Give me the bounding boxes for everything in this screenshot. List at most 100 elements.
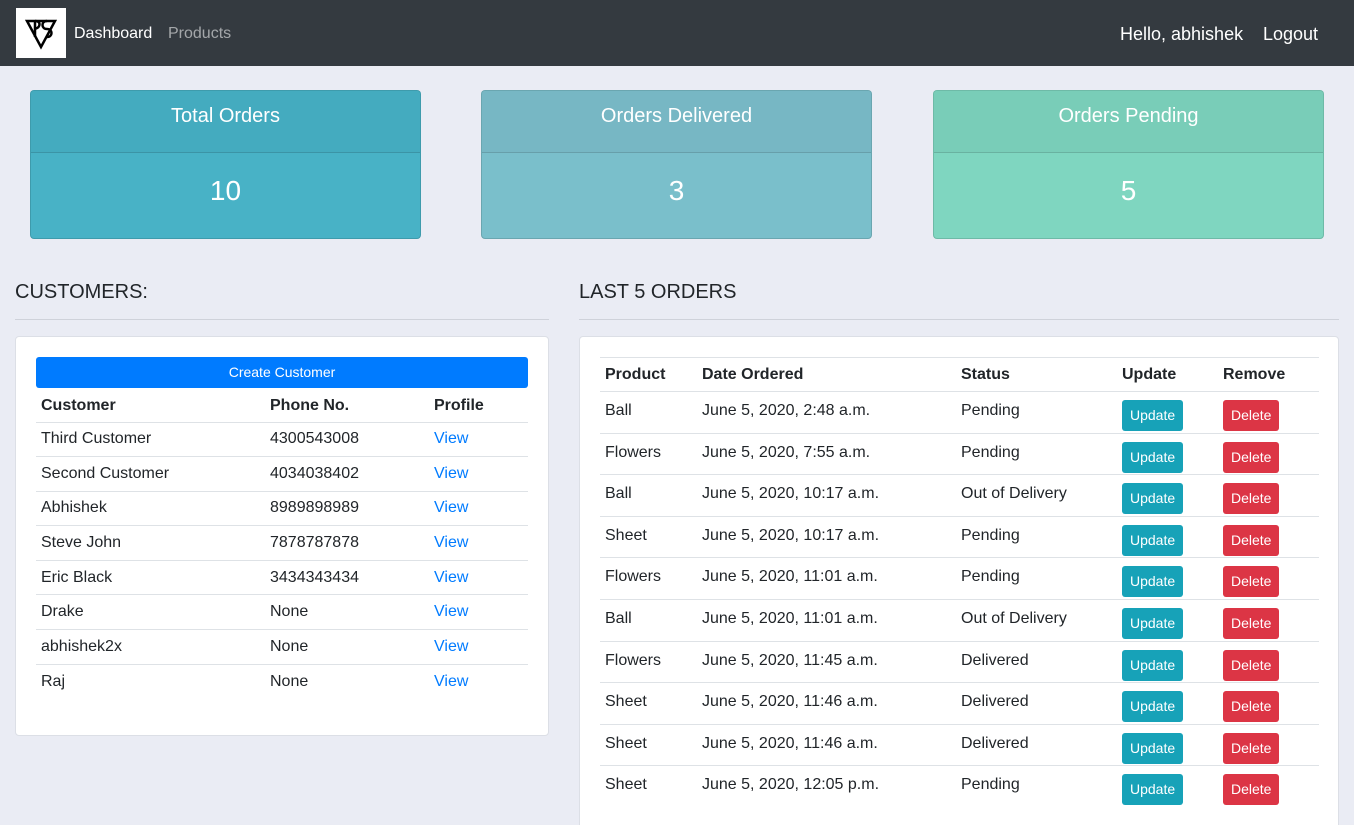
order-product: Flowers	[600, 640, 697, 683]
orders-divider	[579, 319, 1339, 320]
delete-order-button[interactable]: Delete	[1223, 566, 1280, 598]
table-row: Sheet June 5, 2020, 12:05 p.m. Pending Upda…	[600, 765, 1319, 808]
order-date: June 5, 2020, 7:55 a.m.	[697, 432, 956, 475]
update-order-button[interactable]: Update	[1122, 691, 1184, 723]
customer-profile-cell: View	[429, 629, 528, 665]
table-row: Sheet June 5, 2020, 11:46 a.m. Delivered Up…	[600, 682, 1319, 725]
customers-panel: Create Customer Customer Phone No. Profi…	[15, 336, 549, 736]
table-row: Flowers June 5, 2020, 7:55 a.m. Pending Upd…	[600, 432, 1319, 475]
customer-name: Steve John	[36, 525, 265, 561]
nav-products-link[interactable]: Products	[168, 24, 231, 43]
order-product: Ball	[600, 391, 697, 434]
customer-phone: None	[265, 594, 429, 630]
update-cell: Update	[1117, 391, 1218, 434]
update-order-button[interactable]: Update	[1122, 483, 1184, 515]
view-profile-link[interactable]: View	[434, 430, 468, 447]
delete-order-button[interactable]: Delete	[1223, 607, 1280, 639]
delete-order-button[interactable]: Delete	[1223, 524, 1280, 556]
customer-profile-cell: View	[429, 559, 528, 595]
update-order-button[interactable]: Update	[1122, 524, 1184, 556]
update-order-button[interactable]: Update	[1122, 774, 1184, 806]
delete-order-button[interactable]: Delete	[1223, 400, 1280, 431]
order-status: Pending	[956, 391, 1117, 434]
table-row: Raj None View	[36, 663, 528, 699]
brand-logo-icon[interactable]	[16, 8, 66, 58]
update-cell: Update	[1117, 432, 1218, 475]
customer-name: abhishek2x	[36, 629, 265, 665]
table-row: Ball June 5, 2020, 10:17 a.m. Out of Deliv…	[600, 474, 1319, 517]
delete-order-button[interactable]: Delete	[1223, 483, 1280, 515]
view-profile-link[interactable]: View	[434, 534, 468, 551]
remove-cell: Delete	[1218, 723, 1319, 766]
order-date: June 5, 2020, 10:17 a.m.	[697, 515, 956, 558]
view-profile-link[interactable]: View	[434, 499, 468, 516]
orders-title: LAST 5 ORDERS	[579, 281, 737, 303]
update-order-button[interactable]: Update	[1122, 649, 1184, 681]
update-order-button[interactable]: Update	[1122, 732, 1184, 764]
table-row: Sheet June 5, 2020, 10:17 a.m. Pending Upda…	[600, 515, 1319, 558]
customer-phone: 4300543008	[265, 421, 429, 457]
order-status: Delivered	[956, 640, 1117, 683]
column-header: Status	[956, 357, 1117, 392]
update-order-button[interactable]: Update	[1122, 400, 1184, 431]
order-date: June 5, 2020, 11:46 a.m.	[697, 682, 956, 725]
nav-dashboard-link[interactable]: Dashboard	[74, 24, 152, 43]
logout-link[interactable]: Logout	[1263, 24, 1318, 44]
customer-profile-cell: View	[429, 456, 528, 492]
remove-cell: Delete	[1218, 515, 1319, 558]
customer-name: Abhishek	[36, 490, 265, 526]
order-status: Pending	[956, 515, 1117, 558]
customer-phone: 7878787878	[265, 525, 429, 561]
view-profile-link[interactable]: View	[434, 638, 468, 655]
remove-cell: Delete	[1218, 640, 1319, 683]
table-row: Ball June 5, 2020, 11:01 a.m. Out of Deliv…	[600, 598, 1319, 642]
customer-profile-cell: View	[429, 525, 528, 561]
order-product: Ball	[600, 474, 697, 517]
order-product: Flowers	[600, 557, 697, 600]
column-header: Product	[600, 357, 697, 392]
create-customer-button[interactable]: Create Customer	[36, 357, 528, 388]
view-profile-link[interactable]: View	[434, 465, 468, 482]
customer-profile-cell: View	[429, 594, 528, 630]
column-header: Profile	[429, 390, 528, 423]
order-status: Pending	[956, 557, 1117, 600]
order-product: Ball	[600, 598, 697, 642]
order-product: Sheet	[600, 765, 697, 808]
delete-order-button[interactable]: Delete	[1223, 691, 1280, 723]
top-navbar: Dashboard Products Hello, abhishek Logou…	[0, 0, 1354, 66]
order-date: June 5, 2020, 12:05 p.m.	[697, 765, 956, 808]
view-profile-link[interactable]: View	[434, 569, 468, 586]
table-row: Eric Black 3434343434 View	[36, 559, 528, 595]
customer-name: Third Customer	[36, 421, 265, 457]
user-greeting: Hello, abhishek	[1120, 24, 1244, 44]
delete-order-button[interactable]: Delete	[1223, 732, 1280, 764]
update-order-button[interactable]: Update	[1122, 566, 1184, 598]
table-row: Steve John 7878787878 View	[36, 525, 528, 561]
order-date: June 5, 2020, 10:17 a.m.	[697, 474, 956, 517]
view-profile-link[interactable]: View	[434, 673, 468, 690]
order-status: Out of Delivery	[956, 598, 1117, 642]
order-date: June 5, 2020, 11:01 a.m.	[697, 598, 956, 642]
column-header: Date Ordered	[697, 357, 956, 392]
orders-pending-value: 5	[1120, 175, 1137, 206]
table-row: Second Customer 4034038402 View	[36, 456, 528, 492]
customers-divider	[15, 319, 549, 320]
remove-cell: Delete	[1218, 682, 1319, 725]
order-date: June 5, 2020, 2:48 a.m.	[697, 391, 956, 434]
customer-phone: None	[265, 629, 429, 665]
delete-order-button[interactable]: Delete	[1223, 774, 1280, 806]
view-profile-link[interactable]: View	[434, 603, 468, 620]
customer-phone: None	[265, 663, 429, 699]
update-order-button[interactable]: Update	[1122, 441, 1184, 473]
orders-delivered-value: 3	[668, 175, 685, 206]
remove-cell: Delete	[1218, 598, 1319, 642]
total-orders-card: Total Orders 10	[30, 90, 421, 239]
orders-panel: Product Date Ordered Status Update Remov…	[579, 336, 1339, 825]
update-order-button[interactable]: Update	[1122, 607, 1184, 639]
customer-phone: 8989898989	[265, 490, 429, 526]
table-row: Flowers June 5, 2020, 11:01 a.m. Pending Up…	[600, 557, 1319, 600]
customers-table: Customer Phone No. Profile Third Custome…	[36, 390, 528, 699]
delete-order-button[interactable]: Delete	[1223, 649, 1280, 681]
delete-order-button[interactable]: Delete	[1223, 441, 1280, 473]
table-row: abhishek2x None View	[36, 629, 528, 665]
